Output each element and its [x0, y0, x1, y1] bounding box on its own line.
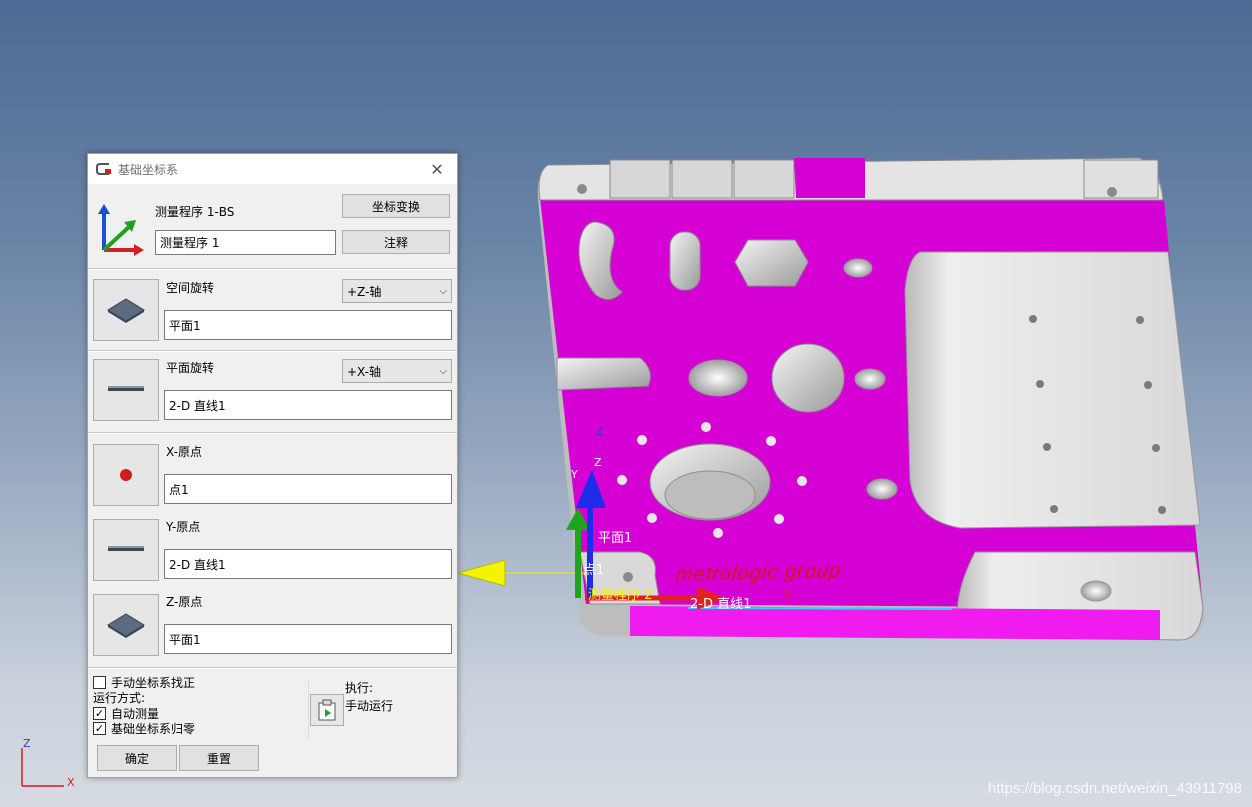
x-axis-label: X	[784, 587, 792, 600]
z-origin-feature-button[interactable]	[93, 594, 159, 656]
y-origin-label: Y-原点	[166, 520, 201, 534]
spatial-rotation-axis-select[interactable]: +Z-轴 ⌵	[342, 279, 452, 303]
line-icon	[108, 546, 144, 551]
check-icon[interactable]: ✓	[93, 722, 106, 735]
program-name-input[interactable]: 测量程序 1	[155, 230, 336, 255]
corner-x-label: X	[67, 776, 75, 789]
program-label: 测量程序 2	[588, 588, 653, 603]
spatial-rotation-axis-value: +Z-轴	[347, 284, 382, 299]
z-axis-label-1: Z	[596, 425, 604, 438]
plane-rotation-label: 平面旋转	[166, 361, 215, 375]
point-icon	[120, 469, 132, 481]
y-origin-feature-input[interactable]: 2-D 直线1	[164, 549, 452, 579]
comment-button[interactable]: 注释	[342, 230, 450, 254]
plane-rotation-axis-value: +X-轴	[347, 364, 382, 379]
z-origin-label: Z-原点	[166, 595, 203, 609]
spatial-rotation-feature-button[interactable]	[93, 279, 159, 341]
app-icon	[96, 163, 111, 175]
dialog-titlebar[interactable]: 基础坐标系 ✕	[88, 154, 457, 184]
x-origin-feature-button[interactable]	[93, 444, 159, 506]
plane-icon	[107, 298, 145, 323]
execute-mode: 手动运行	[345, 699, 394, 713]
program-label: 测量程序 1-BS	[155, 205, 235, 219]
y-axis-label: Y	[571, 468, 578, 481]
base-zero-label: 基础坐标系归零	[111, 722, 196, 736]
x-origin-label: X-原点	[166, 445, 202, 459]
close-icon[interactable]: ✕	[425, 157, 449, 181]
execute-label: 执行:	[345, 681, 374, 695]
plane-rotation-feature-input[interactable]: 2-D 直线1	[164, 390, 452, 420]
plane-icon	[107, 613, 145, 638]
chevron-down-icon: ⌵	[439, 285, 447, 297]
plane-rotation-feature-button[interactable]	[93, 359, 159, 421]
chevron-down-icon: ⌵	[439, 365, 447, 377]
line-label: 2-D 直线1	[690, 597, 752, 612]
dialog-title: 基础坐标系	[118, 162, 179, 177]
execute-button[interactable]	[310, 694, 344, 726]
base-zero-checkbox[interactable]: ✓ 基础坐标系归零	[93, 720, 195, 737]
spatial-rotation-label: 空间旋转	[166, 281, 215, 295]
spatial-rotation-feature-input[interactable]: 平面1	[164, 310, 452, 340]
check-icon[interactable]: ✓	[93, 707, 106, 720]
run-mode-label: 运行方式:	[93, 691, 146, 705]
ok-button[interactable]: 确定	[97, 745, 177, 771]
brand-logo: metrologic group	[674, 559, 843, 587]
reset-button[interactable]: 重置	[179, 745, 259, 771]
coordinate-system-icon	[98, 204, 144, 256]
plane-label: 平面1	[598, 531, 633, 546]
base-coordinate-dialog: 基础坐标系 ✕ 测量程序 1-BS 测量程序 1 坐标变换 注释 空间旋转 +Z…	[87, 153, 458, 778]
point-label: 点1	[583, 563, 605, 578]
watermark: https://blog.csdn.net/weixin_43911798	[987, 780, 1242, 797]
corner-z-label: Z	[23, 737, 31, 750]
z-axis-label-2: Z	[594, 456, 602, 469]
clipboard-play-icon	[318, 699, 336, 721]
x-origin-feature-input[interactable]: 点1	[164, 474, 452, 504]
line-icon	[108, 386, 144, 391]
z-origin-feature-input[interactable]: 平面1	[164, 624, 452, 654]
plane-rotation-axis-select[interactable]: +X-轴 ⌵	[342, 359, 452, 383]
coordinate-transform-button[interactable]: 坐标变换	[342, 194, 450, 218]
checkbox-box[interactable]	[93, 676, 106, 689]
y-origin-feature-button[interactable]	[93, 519, 159, 581]
